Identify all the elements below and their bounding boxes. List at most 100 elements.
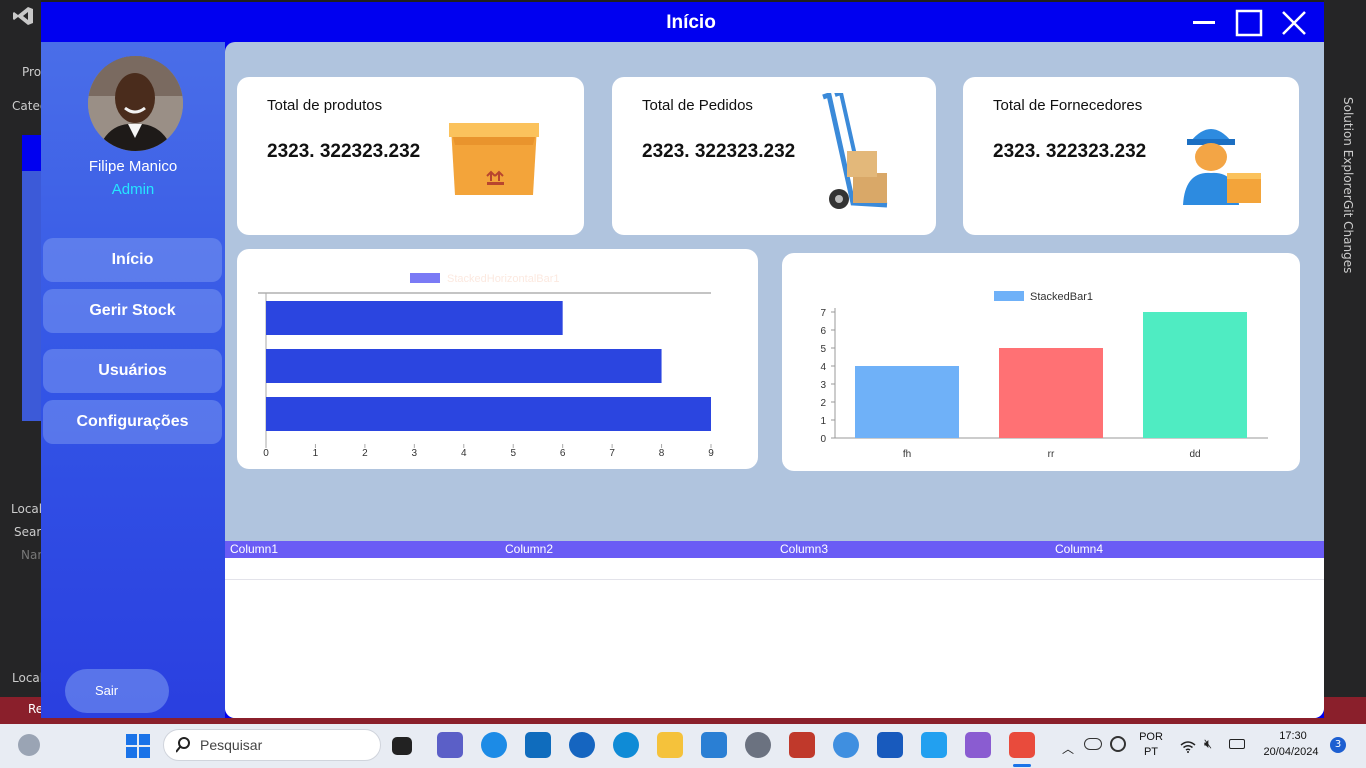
- onedrive-icon[interactable]: [1084, 738, 1102, 750]
- card-value: 2323. 322323.232: [642, 141, 796, 162]
- nav-gerir-stock-button[interactable]: Gerir Stock: [43, 289, 222, 333]
- legend-swatch: [410, 273, 440, 283]
- grid-column-header[interactable]: Column2: [505, 542, 553, 556]
- card-value: 2323. 322323.232: [993, 141, 1147, 162]
- x-tick-label: 3: [412, 448, 418, 459]
- logout-button[interactable]: Sair: [65, 669, 169, 713]
- legend-label: StackedBar1: [1030, 291, 1093, 303]
- minimize-button[interactable]: [1189, 8, 1219, 38]
- winrar-icon[interactable]: [789, 732, 815, 758]
- legend-swatch: [994, 291, 1024, 301]
- stat-card-orders: Total de Pedidos 2323. 322323.232: [612, 77, 936, 235]
- table-row[interactable]: [225, 558, 1324, 580]
- maximize-icon: [1235, 9, 1263, 37]
- task-view-icon[interactable]: [392, 737, 412, 755]
- card-label: Total de produtos: [267, 97, 383, 114]
- stat-card-suppliers: Total de Fornecedores 2323. 322323.232: [963, 77, 1299, 235]
- clock-date[interactable]: 20/04/2024: [1256, 746, 1326, 758]
- y-tick-label: 3: [820, 380, 826, 391]
- clock-time[interactable]: 17:30: [1258, 730, 1328, 742]
- app-window: Início Filipe Manico Admin Início Gerir …: [41, 2, 1324, 718]
- window-title: Início: [666, 12, 716, 33]
- ide-preview: [22, 171, 41, 421]
- volume-muted-icon[interactable]: 🔇︎: [1204, 737, 1212, 752]
- y-tick-label: 5: [820, 344, 826, 355]
- x-tick-label: fh: [903, 449, 911, 460]
- x-tick-label: 2: [362, 448, 368, 459]
- store-icon[interactable]: [525, 732, 551, 758]
- word-icon[interactable]: [877, 732, 903, 758]
- app-icon[interactable]: [569, 732, 595, 758]
- horizontal-bar-chart: StackedHorizontalBar1 0 1 2 3 4 5 6 7 8 9: [237, 249, 758, 469]
- maximize-button[interactable]: [1234, 8, 1264, 38]
- running-app-icon[interactable]: [1009, 732, 1035, 758]
- visual-studio-icon: [12, 6, 34, 26]
- sync-icon[interactable]: [1110, 736, 1126, 752]
- y-tick-label: 7: [820, 308, 826, 319]
- grid-column-header[interactable]: Column4: [1055, 542, 1103, 556]
- y-tick-label: 6: [820, 326, 826, 337]
- y-tick-label: 4: [820, 362, 826, 373]
- chart-bar: [999, 348, 1103, 438]
- main-content: Total de produtos 2323. 322323.232 Total…: [225, 42, 1324, 718]
- nav-inicio-button[interactable]: Início: [43, 238, 222, 282]
- y-tick-label: 2: [820, 398, 826, 409]
- avatar: [88, 56, 183, 151]
- language-top[interactable]: POR: [1136, 731, 1166, 743]
- minimize-icon: [1193, 21, 1215, 24]
- data-grid[interactable]: [225, 558, 1324, 718]
- taskbar-search[interactable]: Pesquisar: [163, 729, 381, 761]
- x-tick-label: 8: [659, 448, 665, 459]
- chart-bar: [266, 397, 711, 431]
- box-icon: [447, 119, 541, 203]
- x-tick-label: 7: [609, 448, 615, 459]
- close-icon: [1282, 11, 1306, 35]
- ide-left-panel: Pro Categ Locals Search Nam Locals: [0, 0, 55, 724]
- search-placeholder: Pesquisar: [200, 737, 263, 753]
- chart-bar: [266, 349, 662, 383]
- language-bottom[interactable]: PT: [1136, 746, 1166, 758]
- nav-usuarios-button[interactable]: Usuários: [43, 349, 222, 393]
- grid-column-header[interactable]: Column1: [230, 542, 278, 556]
- settings-gear-icon[interactable]: [745, 732, 771, 758]
- paint-icon[interactable]: [833, 732, 859, 758]
- x-tick-label: 0: [263, 448, 269, 459]
- edge-icon[interactable]: [613, 732, 639, 758]
- solution-explorer-tab[interactable]: Solution Explorer: [1341, 97, 1355, 200]
- x-tick-label: dd: [1189, 449, 1200, 460]
- close-button[interactable]: [1279, 8, 1309, 38]
- title-bar: Início: [41, 2, 1324, 42]
- wifi-icon[interactable]: [1180, 738, 1196, 753]
- search-icon: [176, 737, 190, 753]
- chevron-up-icon[interactable]: ︿: [1062, 740, 1074, 757]
- x-tick-label: 5: [510, 448, 516, 459]
- notepad-icon[interactable]: [701, 732, 727, 758]
- x-tick-label: 6: [560, 448, 566, 459]
- card-label: Total de Fornecedores: [993, 97, 1143, 114]
- grid-column-header[interactable]: Column3: [780, 542, 828, 556]
- help-icon[interactable]: [481, 732, 507, 758]
- ide-label: Pro: [22, 65, 42, 79]
- visual-studio-taskbar-icon[interactable]: [965, 732, 991, 758]
- stat-card-products: Total de produtos 2323. 322323.232: [237, 77, 584, 235]
- y-tick-label: 1: [820, 416, 826, 427]
- windows-start-icon[interactable]: [126, 734, 150, 758]
- x-tick-label: 1: [313, 448, 319, 459]
- hand-truck-icon: [817, 90, 897, 219]
- git-changes-tab[interactable]: Git Changes: [1341, 200, 1355, 273]
- sidebar: Filipe Manico Admin Início Gerir Stock U…: [41, 42, 225, 718]
- user-role: Admin: [111, 181, 155, 198]
- vertical-bar-chart-svg: StackedBar1 0 1 2 3 4 5 6 7 fh rr dd: [820, 291, 1268, 460]
- file-explorer-icon[interactable]: [657, 732, 683, 758]
- vscode-icon[interactable]: [921, 732, 947, 758]
- taskbar: Pesquisar ︿ POR PT 🔇︎ 17:30 20/04/2024 3: [0, 724, 1366, 768]
- weather-icon[interactable]: [18, 734, 40, 756]
- active-app-indicator: [1013, 764, 1031, 767]
- battery-icon[interactable]: [1229, 739, 1245, 749]
- y-tick-label: 0: [820, 434, 826, 445]
- nav-configuracoes-button[interactable]: Configurações: [43, 400, 222, 444]
- ide-right-panel: Solution Explorer Git Changes: [1324, 0, 1366, 724]
- notification-badge[interactable]: 3: [1330, 737, 1346, 753]
- teams-icon[interactable]: [437, 732, 463, 758]
- ide-preview: [22, 135, 41, 171]
